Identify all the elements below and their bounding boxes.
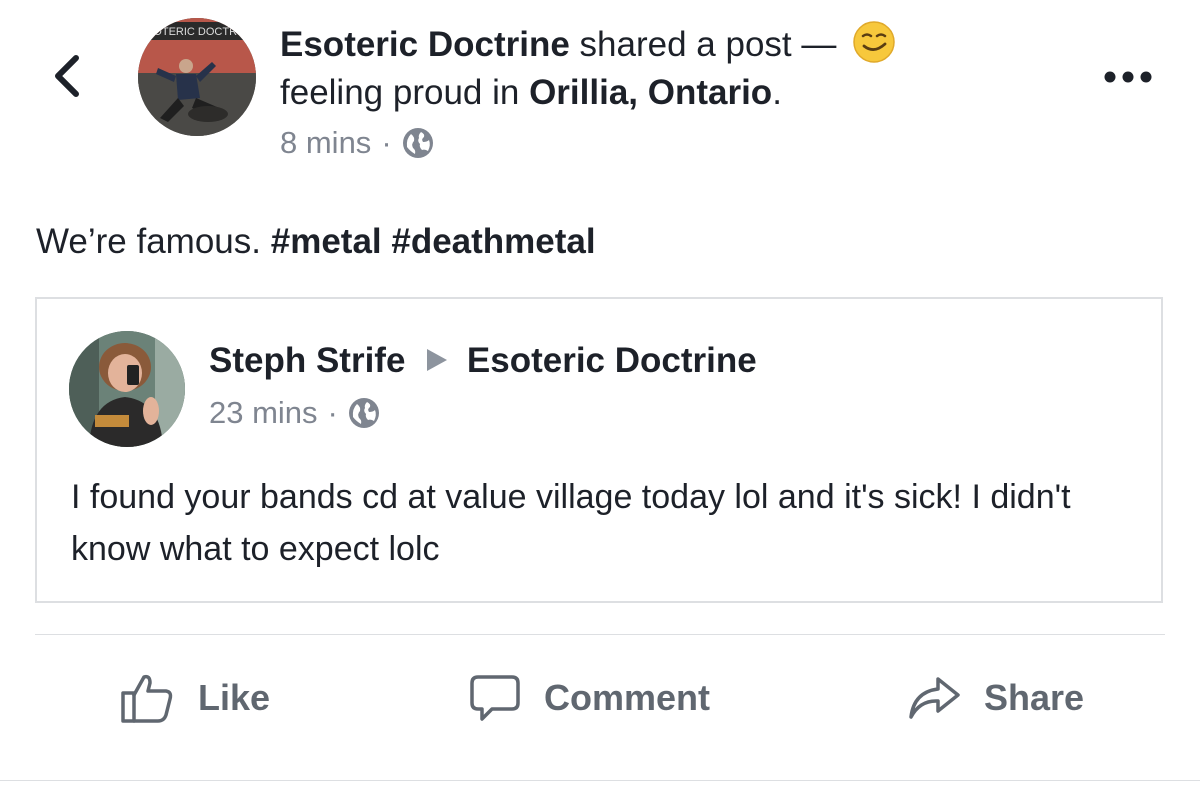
globe-icon	[402, 128, 433, 158]
shared-author-name-link[interactable]: Steph Strife	[209, 341, 405, 380]
post-bottom-divider	[0, 780, 1200, 781]
action-bar-divider	[35, 634, 1165, 635]
avatar-banner-text: ESOTERIC DOCTRINE	[139, 26, 256, 38]
more-options-button[interactable]	[1100, 62, 1160, 92]
back-button[interactable]	[48, 52, 88, 100]
shared-post-text: I found your bands cd at value village t…	[71, 478, 1071, 568]
author-avatar-image: ESOTERIC DOCTRINE	[138, 18, 256, 136]
shared-post-timestamp[interactable]: 23 mins	[209, 393, 318, 433]
hashtag-link[interactable]: #deathmetal	[391, 222, 595, 261]
post-timestamp[interactable]: 8 mins	[280, 123, 371, 163]
post-body-text: We’re famous.	[36, 222, 261, 261]
shared-post-header: Steph Strife Esoteric Doctrine	[209, 337, 757, 385]
location-suffix: .	[772, 73, 782, 112]
smiling-emoji-icon	[852, 20, 896, 64]
chevron-left-icon	[55, 55, 79, 97]
speech-bubble-icon	[470, 675, 520, 721]
feeling-text: feeling proud in	[280, 73, 520, 112]
header-action-text: shared a post —	[579, 25, 837, 64]
shared-target-link[interactable]: Esoteric Doctrine	[467, 341, 757, 380]
shared-author-avatar-image	[69, 331, 185, 447]
author-name-link[interactable]: Esoteric Doctrine	[280, 25, 570, 64]
author-avatar[interactable]: ESOTERIC DOCTRINE	[138, 18, 256, 136]
hashtag-link[interactable]: #metal	[271, 222, 382, 261]
share-button[interactable]: Share	[906, 668, 1084, 728]
meta-separator: ·	[381, 125, 392, 160]
globe-icon	[348, 398, 379, 428]
shared-post-meta: 23 mins ·	[209, 393, 380, 433]
triangle-right-icon	[427, 349, 448, 371]
meta-separator: ·	[327, 395, 338, 430]
like-label: Like	[198, 677, 271, 718]
shared-author-avatar[interactable]	[69, 331, 185, 447]
post-header: Esoteric Doctrine shared a post — feelin…	[280, 20, 1040, 163]
thumbs-up-icon	[121, 674, 173, 723]
share-label: Share	[984, 677, 1085, 718]
like-button[interactable]: Like	[120, 668, 270, 728]
comment-label: Comment	[544, 677, 711, 718]
location-link[interactable]: Orillia, Ontario	[529, 73, 772, 112]
post-text: We’re famous. #metal #deathmetal	[36, 218, 596, 266]
comment-button[interactable]: Comment	[468, 668, 710, 728]
share-arrow-icon	[909, 677, 960, 719]
more-dots-icon	[1104, 71, 1152, 83]
shared-post-card[interactable]: Steph Strife Esoteric Doctrine 23 mins ·…	[35, 297, 1163, 603]
